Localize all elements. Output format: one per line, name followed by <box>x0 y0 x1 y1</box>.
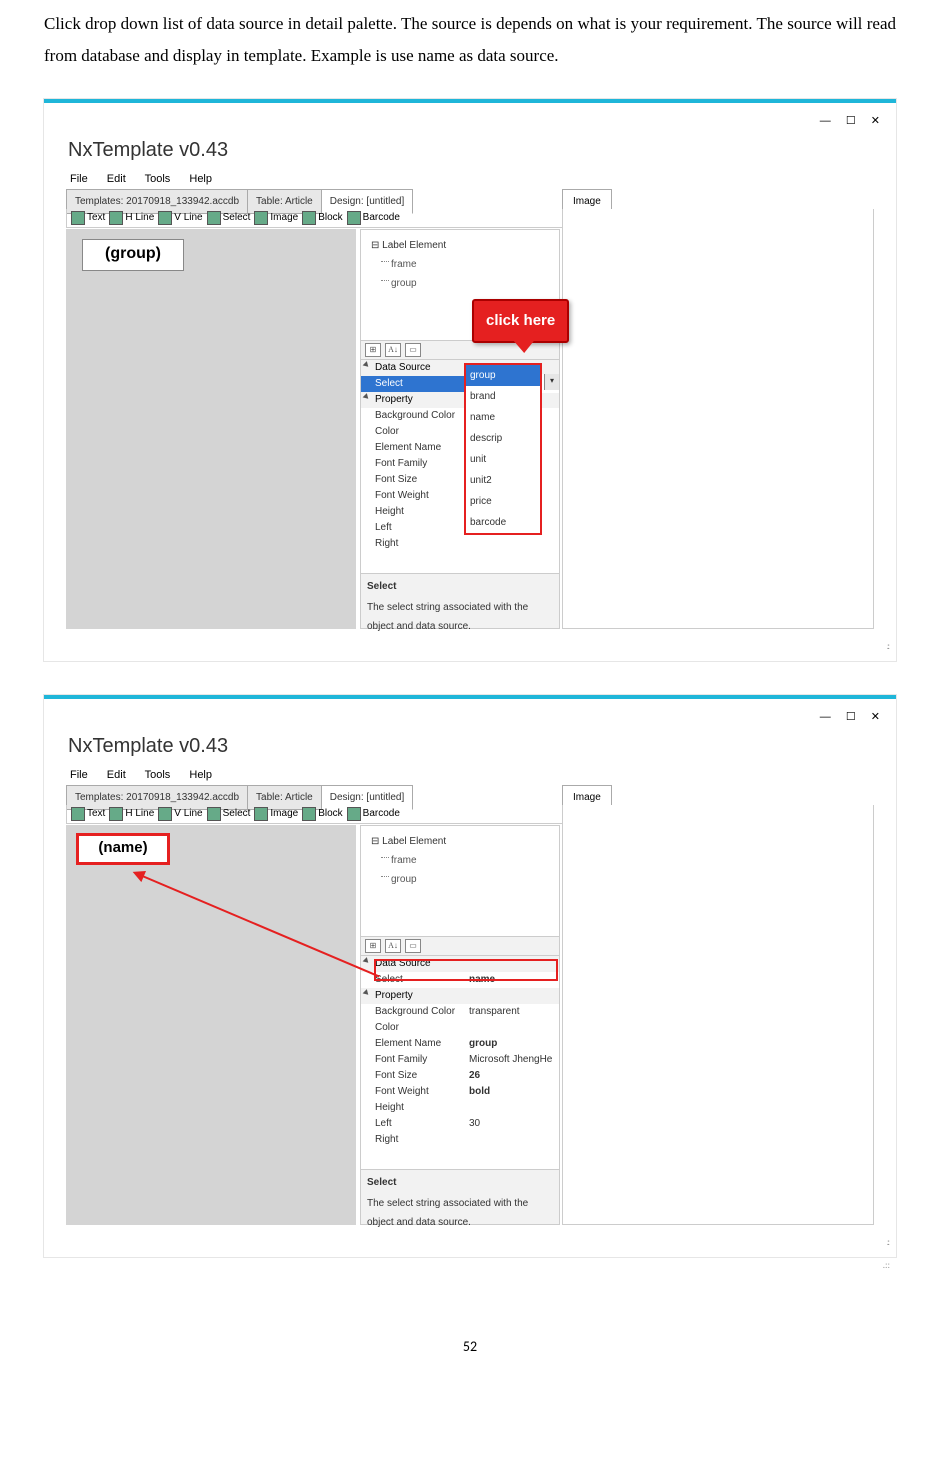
property-description: Select The select string associated with… <box>361 573 559 628</box>
app-title: NxTemplate v0.43 <box>68 727 228 765</box>
element-tree[interactable]: ⊟ Label Element frame group <box>361 826 559 936</box>
tool-block[interactable]: Block <box>302 804 342 823</box>
categorize-icon[interactable]: ⊞ <box>365 343 381 357</box>
property-toolbar: ⊞ A↓ ▭ <box>361 936 559 956</box>
tool-select[interactable]: Select <box>207 208 251 227</box>
tool-barcode[interactable]: Barcode <box>347 804 400 823</box>
categorize-icon[interactable]: ⊞ <box>365 939 381 953</box>
tree-group[interactable]: group <box>391 870 553 889</box>
tree-frame[interactable]: frame <box>391 851 553 870</box>
page-icon[interactable]: ▭ <box>405 343 421 357</box>
barcode-icon <box>347 807 361 821</box>
tree-frame[interactable]: frame <box>391 255 553 274</box>
dd-option-brand[interactable]: brand <box>466 386 540 407</box>
tool-text[interactable]: Text <box>71 804 105 823</box>
canvas-text-element[interactable]: (group) <box>82 239 184 271</box>
menu-file[interactable]: File <box>70 173 88 185</box>
tool-barcode[interactable]: Barcode <box>347 208 400 227</box>
tool-hline[interactable]: H Line <box>109 208 154 227</box>
sort-icon[interactable]: A↓ <box>385 343 401 357</box>
dd-option-descrip[interactable]: descrip <box>466 428 540 449</box>
text-icon <box>71 211 85 225</box>
hline-icon <box>109 807 123 821</box>
menu-tools[interactable]: Tools <box>145 769 171 781</box>
intro-paragraph: Click drop down list of data source in d… <box>44 8 896 73</box>
tool-image[interactable]: Image <box>254 208 298 227</box>
menu-file[interactable]: File <box>70 769 88 781</box>
resize-grip[interactable]: .:: <box>887 1234 888 1251</box>
screenshot-2: — ☐ ✕ NxTemplate v0.43 File Edit Tools H… <box>44 695 896 1257</box>
data-source-dropdown[interactable]: group brand name descrip unit unit2 pric… <box>464 363 542 535</box>
property-description: Select The select string associated with… <box>361 1169 559 1224</box>
tool-vline[interactable]: V Line <box>158 804 202 823</box>
app-title: NxTemplate v0.43 <box>68 131 228 169</box>
design-canvas[interactable]: (name) <box>66 825 356 1225</box>
menu-edit[interactable]: Edit <box>107 769 126 781</box>
callout-click-here: click here <box>472 299 569 344</box>
tool-hline[interactable]: H Line <box>109 804 154 823</box>
image-preview-panel <box>562 805 874 1225</box>
property-grid[interactable]: Data Source Select name Property Backgro… <box>361 956 559 1169</box>
properties-panel: ⊟ Label Element frame group ⊞ A↓ ▭ Data … <box>360 825 560 1225</box>
block-icon <box>302 807 316 821</box>
tool-select[interactable]: Select <box>207 804 251 823</box>
dd-option-name[interactable]: name <box>466 407 540 428</box>
tool-vline[interactable]: V Line <box>158 208 202 227</box>
resize-grip[interactable]: .:: <box>887 638 888 655</box>
image-preview-panel <box>562 209 874 629</box>
image-icon <box>254 211 268 225</box>
tool-text[interactable]: Text <box>71 208 105 227</box>
menu-bar[interactable]: File Edit Tools Help <box>70 169 228 190</box>
page-number: 52 <box>44 1334 896 1361</box>
barcode-icon <box>347 211 361 225</box>
outer-resize-grip: .:: <box>44 1257 896 1274</box>
dd-option-unit[interactable]: unit <box>466 449 540 470</box>
select-icon <box>207 807 221 821</box>
menu-help[interactable]: Help <box>189 769 212 781</box>
select-icon <box>207 211 221 225</box>
menu-help[interactable]: Help <box>189 173 212 185</box>
text-icon <box>71 807 85 821</box>
dd-option-group[interactable]: group <box>466 365 540 386</box>
sort-icon[interactable]: A↓ <box>385 939 401 953</box>
dd-option-price[interactable]: price <box>466 491 540 512</box>
window-controls[interactable]: — ☐ ✕ <box>820 111 886 132</box>
page-icon[interactable]: ▭ <box>405 939 421 953</box>
dd-option-unit2[interactable]: unit2 <box>466 470 540 491</box>
tool-block[interactable]: Block <box>302 208 342 227</box>
canvas-text-element[interactable]: (name) <box>76 833 170 865</box>
hline-icon <box>109 211 123 225</box>
vline-icon <box>158 807 172 821</box>
menu-tools[interactable]: Tools <box>145 173 171 185</box>
dd-option-barcode[interactable]: barcode <box>466 512 540 533</box>
tree-group[interactable]: group <box>391 274 553 293</box>
screenshot-1: — ☐ ✕ NxTemplate v0.43 File Edit Tools H… <box>44 99 896 661</box>
design-canvas[interactable]: (group) <box>66 229 356 629</box>
dropdown-button[interactable]: ▾ <box>544 374 559 390</box>
menu-edit[interactable]: Edit <box>107 173 126 185</box>
tool-image[interactable]: Image <box>254 804 298 823</box>
vline-icon <box>158 211 172 225</box>
annotation-highlight-box <box>374 959 558 981</box>
image-icon <box>254 807 268 821</box>
window-controls[interactable]: — ☐ ✕ <box>820 707 886 728</box>
menu-bar[interactable]: File Edit Tools Help <box>70 765 228 786</box>
block-icon <box>302 211 316 225</box>
